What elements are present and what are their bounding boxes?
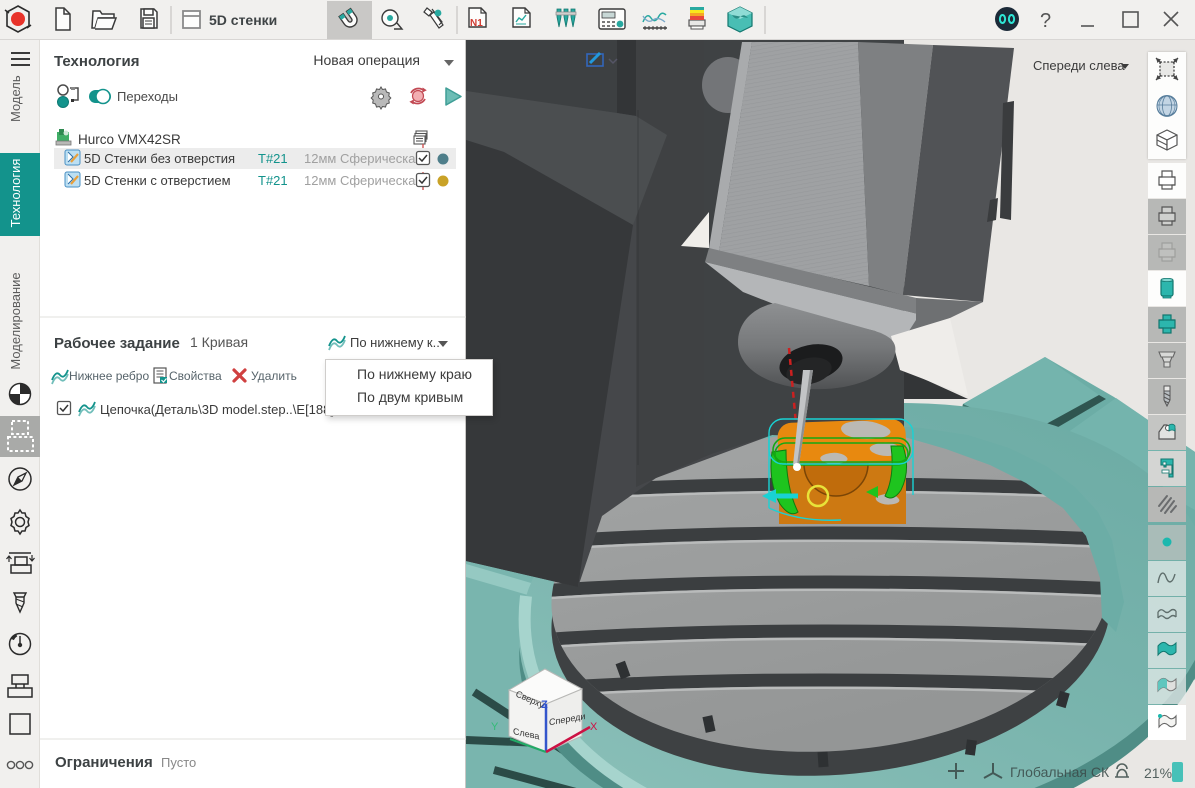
svg-text:5D стенки: 5D стенки — [209, 12, 277, 28]
svg-text:12мм Сферическа: 12мм Сферическа — [304, 151, 416, 166]
svg-text:T#21: T#21 — [258, 151, 288, 166]
svg-text:12мм Сферическа: 12мм Сферическа — [304, 173, 416, 188]
svg-text:Цепочка(Деталь\3D model.step..: Цепочка(Деталь\3D model.step..\E[188] L — [100, 402, 345, 417]
svg-text:Спереди слева: Спереди слева — [1033, 58, 1125, 73]
svg-text:Свойства: Свойства — [169, 369, 222, 383]
svg-text:Технология: Технология — [54, 53, 139, 70]
svg-text:Hurco VMX42SR: Hurco VMX42SR — [78, 132, 181, 147]
svg-text:5D Стенки без отверстия: 5D Стенки без отверстия — [84, 151, 235, 166]
svg-text:1 Кривая: 1 Кривая — [190, 334, 248, 350]
svg-text:?: ? — [1040, 10, 1051, 32]
svg-text:Нижнее ребро: Нижнее ребро — [69, 369, 149, 383]
svg-text:Удалить: Удалить — [251, 369, 297, 383]
svg-text:5D Стенки с отверстием: 5D Стенки с отверстием — [84, 173, 231, 188]
svg-text:Новая операция: Новая операция — [313, 52, 420, 68]
svg-text:Глобальная СК: Глобальная СК — [1010, 764, 1110, 780]
svg-text:T#21: T#21 — [258, 173, 288, 188]
svg-text:Пусто: Пусто — [161, 755, 196, 770]
svg-text:Переходы: Переходы — [117, 89, 178, 104]
svg-text:Моделирование: Моделирование — [8, 272, 23, 369]
svg-text:Ограничения: Ограничения — [55, 754, 153, 771]
svg-text:По нижнему к..: По нижнему к.. — [350, 335, 440, 350]
svg-text:X: X — [590, 721, 598, 733]
svg-text:Модель: Модель — [8, 75, 23, 122]
svg-text:Z: Z — [541, 699, 548, 711]
svg-text:Технология: Технология — [8, 159, 23, 228]
svg-text:N1: N1 — [470, 18, 483, 29]
svg-text:Y: Y — [491, 721, 499, 733]
svg-text:Рабочее задание: Рабочее задание — [54, 335, 180, 352]
